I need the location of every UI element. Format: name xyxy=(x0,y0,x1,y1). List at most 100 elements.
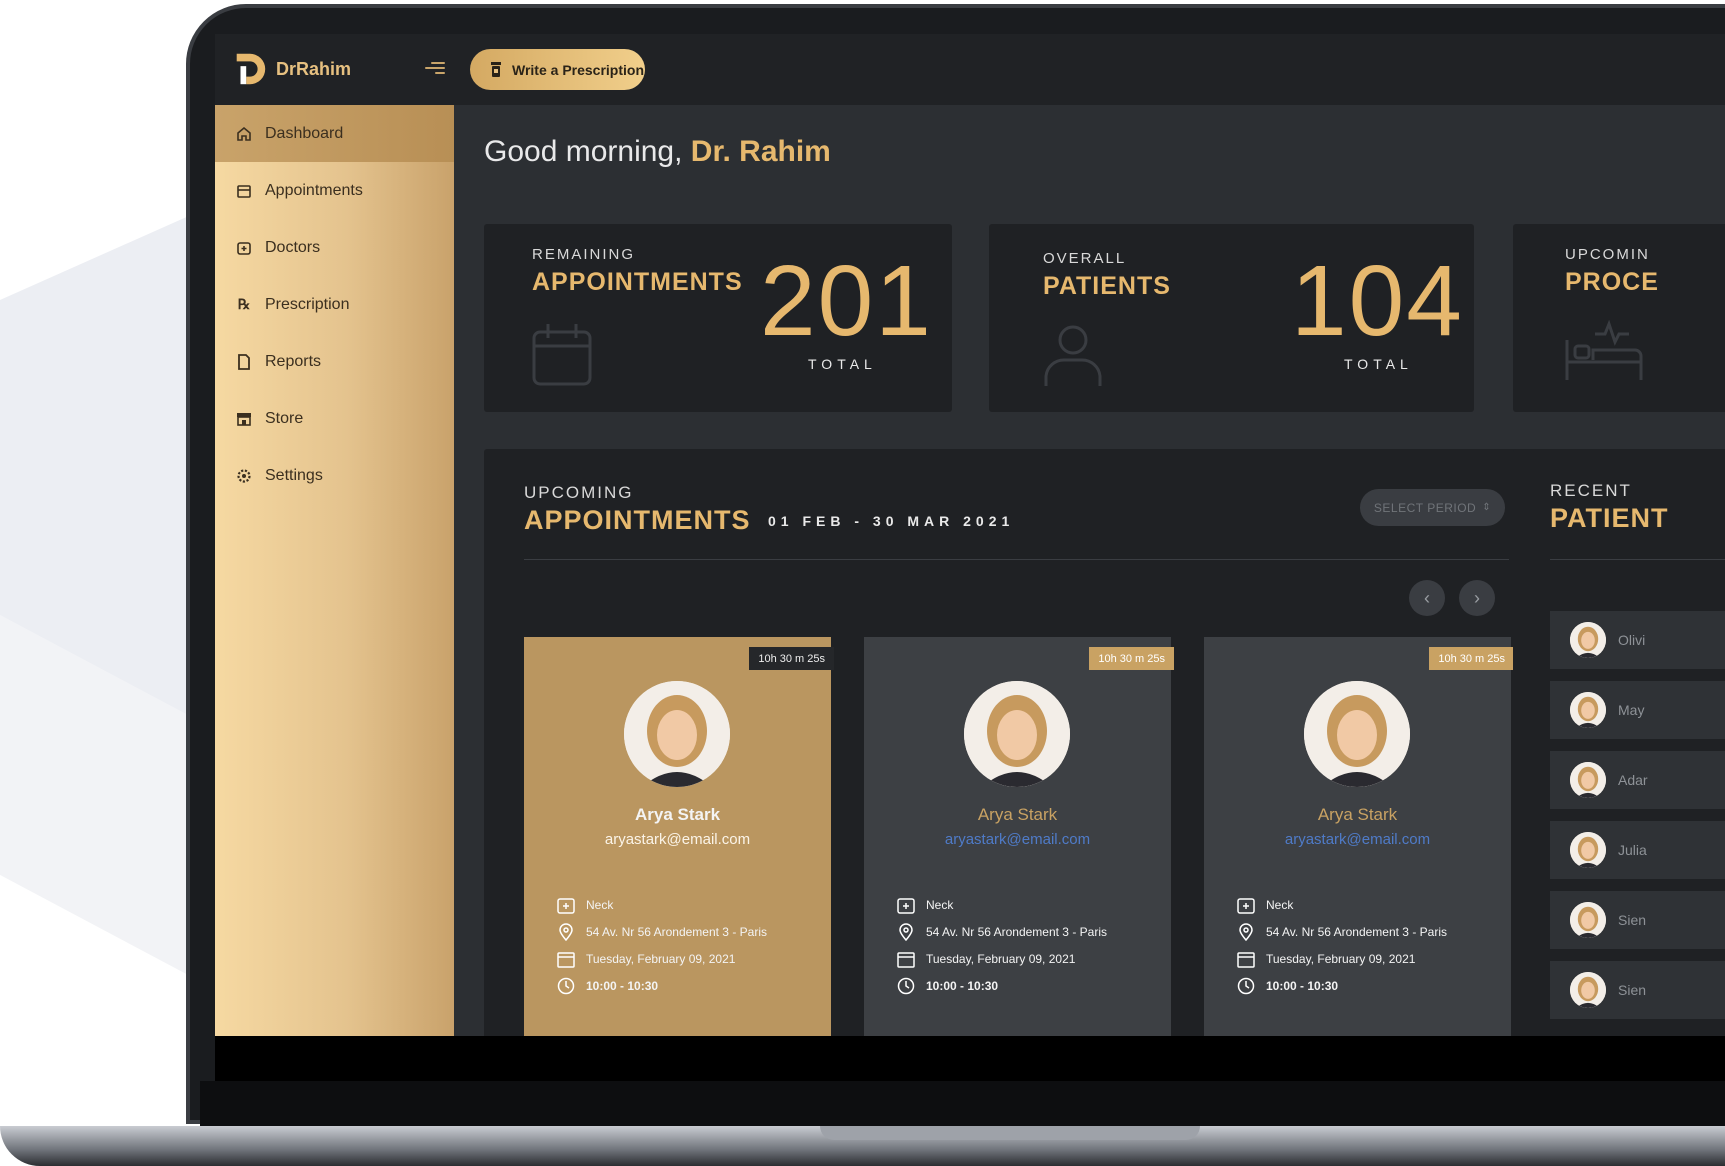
sidebar-item-label: Settings xyxy=(265,466,323,484)
avatar xyxy=(1304,681,1410,787)
appointment-card[interactable]: 10h 30 m 25s Arya Stark aryastark@email.… xyxy=(1204,637,1514,1036)
sort-arrows-icon: ⇕ xyxy=(1482,502,1492,513)
stat-title: APPOINTMENTS xyxy=(532,268,743,296)
write-prescription-button[interactable]: Write a Prescription xyxy=(470,49,645,90)
sidebar-item-label: Doctors xyxy=(265,238,321,256)
sidebar-item-reports[interactable]: Reports xyxy=(215,333,454,390)
clock-icon xyxy=(896,976,916,996)
prescription-bottle-icon xyxy=(491,62,501,77)
greeting-name: Dr. Rahim xyxy=(690,135,831,168)
area-text: Neck xyxy=(926,898,954,912)
appointment-address: 54 Av. Nr 56 Arondement 3 - Paris xyxy=(556,922,767,942)
stat-title: PROCE xyxy=(1565,268,1659,296)
date-text: Tuesday, February 09, 2021 xyxy=(586,952,736,966)
appointment-address: 54 Av. Nr 56 Arondement 3 - Paris xyxy=(1236,922,1447,942)
sidebar-item-label: Dashboard xyxy=(265,124,344,142)
appointment-card[interactable]: 10h 30 m 25s Arya Stark aryastark@email.… xyxy=(524,637,834,1036)
laptop-hinge xyxy=(200,1081,1725,1126)
sidebar-item-label: Appointments xyxy=(265,181,363,199)
countdown-badge: 10h 30 m 25s xyxy=(1089,647,1174,670)
patient-list-item[interactable]: Julia xyxy=(1550,821,1725,879)
stat-sub: OVERALL xyxy=(1043,250,1127,267)
prev-arrow-button[interactable]: ‹ xyxy=(1409,580,1445,616)
address-text: 54 Av. Nr 56 Arondement 3 - Paris xyxy=(586,925,767,939)
patient-name: Olivi xyxy=(1618,632,1646,648)
patient-list-item[interactable]: Adar xyxy=(1550,751,1725,809)
doctor-icon xyxy=(235,239,253,257)
patient-name: Adar xyxy=(1618,772,1648,788)
stat-value: 201 xyxy=(760,245,933,357)
appointment-card[interactable]: 10h 30 m 25s Arya Stark aryastark@email.… xyxy=(864,637,1174,1036)
appointment-area: Neck xyxy=(556,895,613,915)
patient-name: Arya Stark xyxy=(634,805,721,824)
location-pin-icon xyxy=(1236,922,1256,942)
location-pin-icon xyxy=(556,922,576,942)
patient-list-item[interactable]: May xyxy=(1550,681,1725,739)
sidebar-item-store[interactable]: Store xyxy=(215,390,454,447)
divider xyxy=(524,559,1509,560)
logo-icon xyxy=(236,53,266,85)
avatar xyxy=(1570,972,1606,1008)
countdown-badge: 10h 30 m 25s xyxy=(1429,647,1514,670)
stat-total-label: TOTAL xyxy=(1344,356,1413,372)
select-period-label: SELECT PERIOD xyxy=(1373,500,1477,515)
appointment-time: 10:00 - 10:30 xyxy=(556,976,658,996)
time-text: 10:00 - 10:30 xyxy=(1266,979,1339,993)
patient-list-item[interactable]: Olivi xyxy=(1550,611,1725,669)
home-icon xyxy=(235,125,253,143)
date-text: Tuesday, February 09, 2021 xyxy=(926,952,1076,966)
rx-icon: ℞ xyxy=(237,296,251,312)
area-text: Neck xyxy=(586,898,614,912)
calendar-icon xyxy=(556,949,576,969)
sidebar: Dashboard Appointments Doctors ℞ Prescri… xyxy=(215,105,454,1036)
upcoming-appointments-panel: UPCOMING APPOINTMENTS 01 FEB - 30 MAR 20… xyxy=(484,449,1549,1036)
laptop-bezel xyxy=(215,1036,1725,1081)
medical-icon xyxy=(1236,895,1256,915)
medical-icon xyxy=(556,895,576,915)
top-bar: DrRahim Write a Prescription xyxy=(215,34,1725,105)
next-arrow-button[interactable]: › xyxy=(1459,580,1495,616)
sidebar-item-label: Store xyxy=(265,409,304,427)
patient-name: Sien xyxy=(1618,982,1647,998)
bed-icon xyxy=(1565,320,1643,380)
app-screen: DrRahim Write a Prescription Dashboard A… xyxy=(215,34,1725,1036)
appointment-area: Neck xyxy=(896,895,953,915)
calendar-icon xyxy=(532,324,592,386)
sidebar-item-settings[interactable]: Settings xyxy=(215,447,454,504)
patient-email[interactable]: aryastark@email.com xyxy=(524,831,831,848)
laptop-notch xyxy=(820,1126,1200,1140)
menu-toggle-icon[interactable] xyxy=(423,59,445,81)
brand-name: DrRahim xyxy=(276,59,352,79)
patient-name: Sien xyxy=(1618,912,1647,928)
sidebar-item-prescription[interactable]: ℞ Prescription xyxy=(215,276,454,333)
stat-title: PATIENTS xyxy=(1043,272,1171,300)
avatar xyxy=(964,681,1070,787)
sidebar-item-doctors[interactable]: Doctors xyxy=(215,219,454,276)
gear-icon xyxy=(235,467,253,485)
chevron-left-icon: ‹ xyxy=(1424,587,1430,608)
patient-list-item[interactable]: Sien xyxy=(1550,961,1725,1019)
greeting-prefix: Good morning, xyxy=(484,135,683,168)
sidebar-item-dashboard[interactable]: Dashboard xyxy=(215,105,454,162)
stat-sub: REMAINING xyxy=(532,246,636,263)
patient-name: Julia xyxy=(1618,842,1647,858)
patient-email[interactable]: aryastark@email.com xyxy=(864,831,1171,848)
time-text: 10:00 - 10:30 xyxy=(926,979,999,993)
avatar xyxy=(1570,762,1606,798)
appointment-date: Tuesday, February 09, 2021 xyxy=(1236,949,1415,969)
patient-email[interactable]: aryastark@email.com xyxy=(1204,831,1511,848)
clock-icon xyxy=(1236,976,1256,996)
medical-icon xyxy=(896,895,916,915)
stat-card-patients: OVERALL PATIENTS 104 TOTAL xyxy=(989,224,1474,412)
store-icon xyxy=(235,410,253,428)
date-range: 01 FEB - 30 MAR 2021 xyxy=(768,513,1015,529)
recent-patients-panel: RECENT PATIENT Olivi May Adar Julia Sien Sien xyxy=(1513,449,1725,1036)
select-period-button[interactable]: SELECT PERIOD ⇕ xyxy=(1360,489,1505,526)
area-text: Neck xyxy=(1266,898,1294,912)
patient-list-item[interactable]: Sien xyxy=(1550,891,1725,949)
date-text: Tuesday, February 09, 2021 xyxy=(1266,952,1416,966)
avatar xyxy=(1570,902,1606,938)
avatar xyxy=(1570,622,1606,658)
divider xyxy=(1550,559,1725,560)
sidebar-item-appointments[interactable]: Appointments xyxy=(215,162,454,219)
